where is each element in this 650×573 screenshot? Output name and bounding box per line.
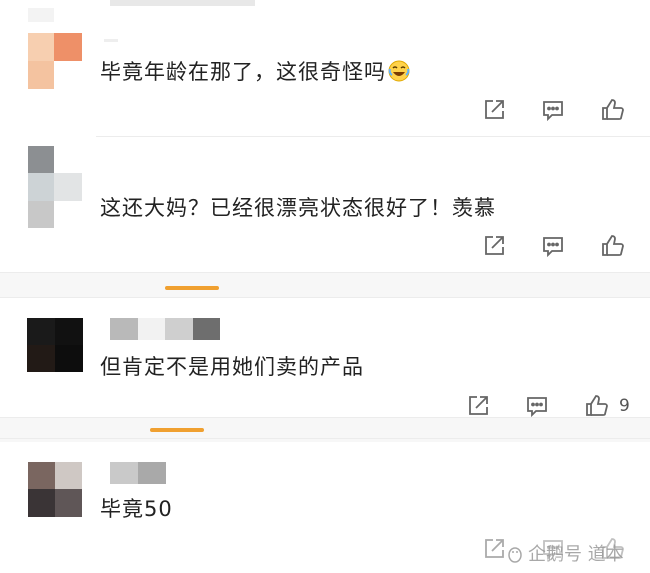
like-count: 9 xyxy=(619,396,630,416)
username-blur xyxy=(110,462,166,484)
accent-bar xyxy=(150,428,204,432)
comment-text: 毕竟年龄在那了，这很奇怪吗 xyxy=(100,56,410,86)
share-icon[interactable] xyxy=(482,98,506,122)
thumbs-up-icon[interactable] xyxy=(601,234,625,258)
username-blur xyxy=(110,318,220,340)
penguin-logo-icon xyxy=(506,545,524,563)
avatar[interactable] xyxy=(28,146,82,228)
comment-text: 这还大妈？已经很漂亮状态很好了！羡慕 xyxy=(100,196,496,220)
divider xyxy=(0,297,650,298)
share-icon[interactable] xyxy=(466,394,490,418)
thumbs-up-icon[interactable] xyxy=(601,98,625,122)
divider xyxy=(0,438,650,439)
thumbs-up-icon[interactable] xyxy=(585,394,609,418)
section-gap xyxy=(0,273,650,297)
reply-icon[interactable] xyxy=(541,234,565,258)
top-avatar-remnant xyxy=(28,8,54,22)
reply-icon[interactable] xyxy=(541,98,565,122)
avatar[interactable] xyxy=(28,33,82,89)
top-bar-remnant xyxy=(110,0,255,6)
avatar[interactable] xyxy=(27,318,83,372)
comment-text: 毕竟50 xyxy=(100,497,173,521)
laugh-cry-emoji xyxy=(388,60,410,82)
username-blur xyxy=(104,39,118,42)
avatar[interactable] xyxy=(28,462,82,517)
watermark: 企鹅号 道本 xyxy=(506,540,624,566)
watermark-text: 企鹅号 道本 xyxy=(528,544,624,565)
divider xyxy=(96,136,650,137)
accent-bar xyxy=(165,286,219,290)
reply-icon[interactable] xyxy=(525,394,549,418)
comment-text: 但肯定不是用她们卖的产品 xyxy=(100,355,364,379)
share-icon[interactable] xyxy=(482,537,506,561)
share-icon[interactable] xyxy=(482,234,506,258)
